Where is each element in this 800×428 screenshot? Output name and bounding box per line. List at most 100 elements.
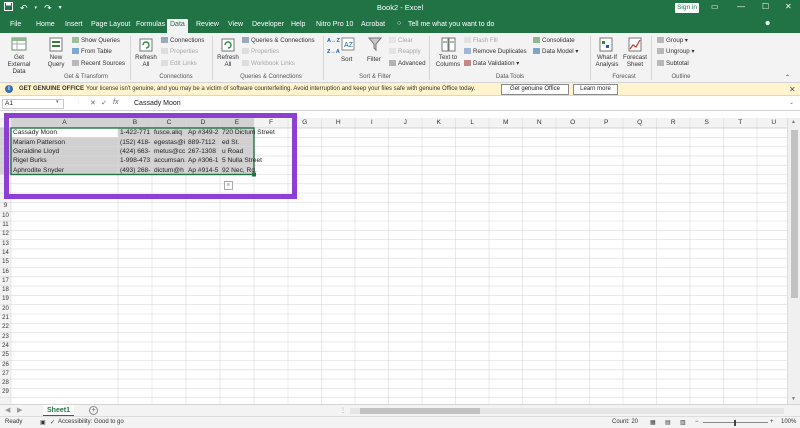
row-header-26[interactable]: 26	[0, 361, 11, 370]
data-model-button[interactable]: Data Model ▾	[533, 48, 578, 55]
row-header-21[interactable]: 21	[0, 314, 11, 323]
accessibility-status[interactable]: Accessibility: Good to go	[58, 419, 124, 425]
filter-button[interactable]: Filter	[367, 56, 381, 63]
subtotal-button[interactable]: Subtotal	[657, 60, 689, 67]
column-header-s[interactable]: S	[690, 118, 724, 128]
sort-ascending-button[interactable]: A→Z	[327, 38, 340, 44]
consolidate-button[interactable]: Consolidate	[533, 37, 575, 44]
row-header-12[interactable]: 12	[0, 230, 11, 239]
data-validation-button[interactable]: Data Validation ▾	[464, 60, 519, 67]
tab-data[interactable]: Data	[167, 19, 188, 33]
row-header-13[interactable]: 13	[0, 240, 11, 249]
tab-acrobat[interactable]: Acrobat	[358, 19, 388, 33]
row-header-14[interactable]: 14	[0, 249, 11, 258]
learn-more-button[interactable]: Learn more	[573, 84, 618, 95]
page-break-view-icon[interactable]: ▥	[680, 419, 686, 426]
advanced-button[interactable]: Advanced	[389, 60, 426, 67]
insert-function-icon[interactable]: fx	[113, 99, 118, 106]
tab-file[interactable]: File	[7, 19, 24, 33]
macro-record-icon[interactable]: ▣	[40, 419, 46, 426]
formula-value[interactable]: Cassady Moon	[134, 100, 181, 107]
tab-page-layout[interactable]: Page Layout	[88, 19, 133, 33]
cancel-edit-icon[interactable]: ✕	[90, 99, 96, 107]
row-header-24[interactable]: 24	[0, 342, 11, 351]
horizontal-scroll-thumb[interactable]	[360, 408, 480, 414]
minimize-icon[interactable]: —	[737, 2, 745, 11]
row-header-11[interactable]: 11	[0, 221, 11, 230]
refresh-all-button-2[interactable]: Refresh All	[214, 54, 242, 68]
page-layout-view-icon[interactable]: ▤	[665, 419, 671, 426]
tell-me-search[interactable]: Tell me what you want to do	[408, 21, 494, 28]
zoom-level[interactable]: 100%	[781, 419, 796, 425]
row-header-10[interactable]: 10	[0, 212, 11, 221]
refresh-all-button[interactable]: Refresh All	[132, 54, 160, 68]
zoom-in-icon[interactable]: +	[770, 419, 774, 425]
row-header-28[interactable]: 28	[0, 379, 11, 388]
column-header-i[interactable]: I	[355, 118, 389, 128]
column-header-r[interactable]: R	[657, 118, 691, 128]
tab-split-handle-icon[interactable]: ⋮	[340, 407, 346, 414]
text-to-columns-button[interactable]: Text to Columns	[432, 54, 464, 68]
share-icon[interactable]: ☻	[764, 20, 771, 27]
name-box[interactable]: A1	[2, 99, 64, 109]
close-icon[interactable]: ✕	[785, 2, 792, 11]
tab-view[interactable]: View	[225, 19, 246, 33]
remove-duplicates-button[interactable]: Remove Duplicates	[464, 48, 527, 55]
get-external-data-button[interactable]: Get External Data	[2, 54, 36, 75]
forecast-sheet-button[interactable]: Forecast Sheet	[621, 54, 649, 68]
row-header-25[interactable]: 25	[0, 351, 11, 360]
ungroup-button[interactable]: Ungroup ▾	[657, 48, 695, 55]
zoom-out-icon[interactable]: −	[695, 419, 699, 425]
previous-sheet-icon[interactable]: ◀	[5, 406, 10, 414]
properties-button-2[interactable]: Properties	[242, 48, 279, 55]
reapply-button[interactable]: Reapply	[389, 48, 421, 55]
row-header-17[interactable]: 17	[0, 277, 11, 286]
tab-formulas[interactable]: Formulas	[133, 19, 168, 33]
column-header-j[interactable]: J	[389, 118, 423, 128]
tab-review[interactable]: Review	[193, 19, 222, 33]
name-box-dropdown-icon[interactable]: ▾	[56, 99, 59, 105]
scroll-down-icon[interactable]: ▼	[791, 396, 796, 402]
row-header-15[interactable]: 15	[0, 258, 11, 267]
row-header-22[interactable]: 22	[0, 323, 11, 332]
what-if-analysis-button[interactable]: What-If Analysis	[593, 54, 621, 68]
row-header-18[interactable]: 18	[0, 286, 11, 295]
flash-fill-button[interactable]: Flash Fill	[464, 37, 498, 44]
column-header-t[interactable]: T	[724, 118, 758, 128]
row-header-29[interactable]: 29	[0, 388, 11, 397]
properties-button[interactable]: Properties	[161, 48, 198, 55]
queries-connections-button[interactable]: Queries & Connections	[242, 37, 315, 44]
new-query-button[interactable]: New Query	[42, 54, 70, 68]
column-header-l[interactable]: L	[456, 118, 490, 128]
row-header-27[interactable]: 27	[0, 370, 11, 379]
horizontal-scrollbar[interactable]	[350, 408, 784, 414]
from-table-button[interactable]: From Table	[72, 48, 112, 55]
sign-in-button[interactable]: Sign in	[675, 3, 699, 13]
tab-nitro-pro[interactable]: Nitro Pro 10	[313, 19, 356, 33]
zoom-slider-thumb[interactable]	[734, 420, 736, 426]
column-header-u[interactable]: U	[757, 118, 791, 128]
column-header-p[interactable]: P	[590, 118, 624, 128]
column-header-o[interactable]: O	[556, 118, 590, 128]
sort-button[interactable]: Sort	[341, 56, 352, 63]
expand-formula-bar-icon[interactable]: ⌄	[789, 99, 794, 106]
tab-developer[interactable]: Developer	[249, 19, 287, 33]
column-header-h[interactable]: H	[322, 118, 356, 128]
vertical-scroll-thumb[interactable]	[791, 130, 798, 298]
row-header-20[interactable]: 20	[0, 305, 11, 314]
recent-sources-button[interactable]: Recent Sources	[72, 60, 125, 67]
row-header-23[interactable]: 23	[0, 333, 11, 342]
clear-button[interactable]: Clear	[389, 37, 413, 44]
column-header-n[interactable]: N	[523, 118, 557, 128]
column-header-q[interactable]: Q	[623, 118, 657, 128]
row-header-16[interactable]: 16	[0, 268, 11, 277]
vertical-scrollbar[interactable]: ▲ ▼	[787, 118, 800, 404]
ribbon-display-icon[interactable]: ▭	[711, 2, 719, 11]
connections-button[interactable]: Connections	[161, 37, 204, 44]
row-header-19[interactable]: 19	[0, 295, 11, 304]
get-genuine-office-button[interactable]: Get genuine Office	[501, 84, 569, 95]
workbook-links-button[interactable]: Workbook Links	[242, 60, 295, 67]
tab-insert[interactable]: Insert	[62, 19, 86, 33]
sort-descending-button[interactable]: Z→A	[327, 49, 340, 55]
normal-view-icon[interactable]: ▦	[650, 419, 656, 426]
